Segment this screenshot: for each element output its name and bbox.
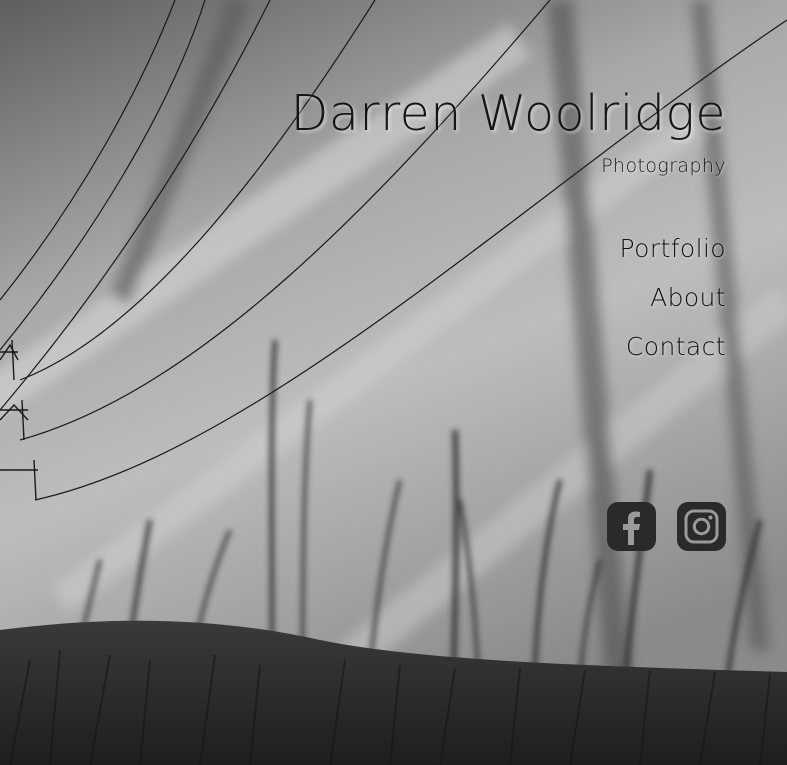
nav-item-about[interactable]: About [620,273,726,322]
main-nav: Portfolio About Contact [620,224,726,371]
instagram-link[interactable] [677,502,726,551]
nav-item-contact[interactable]: Contact [620,322,726,371]
site-subtitle: Photography [601,155,726,177]
instagram-icon [677,502,726,551]
facebook-link[interactable] [607,502,656,551]
nav-item-portfolio[interactable]: Portfolio [620,224,726,273]
social-links [607,502,726,551]
page: Darren Woolridge Photography Portfolio A… [0,0,787,765]
site-header: Darren Woolridge Photography [291,84,726,178]
facebook-icon [607,502,656,551]
site-title[interactable]: Darren Woolridge [291,84,726,144]
